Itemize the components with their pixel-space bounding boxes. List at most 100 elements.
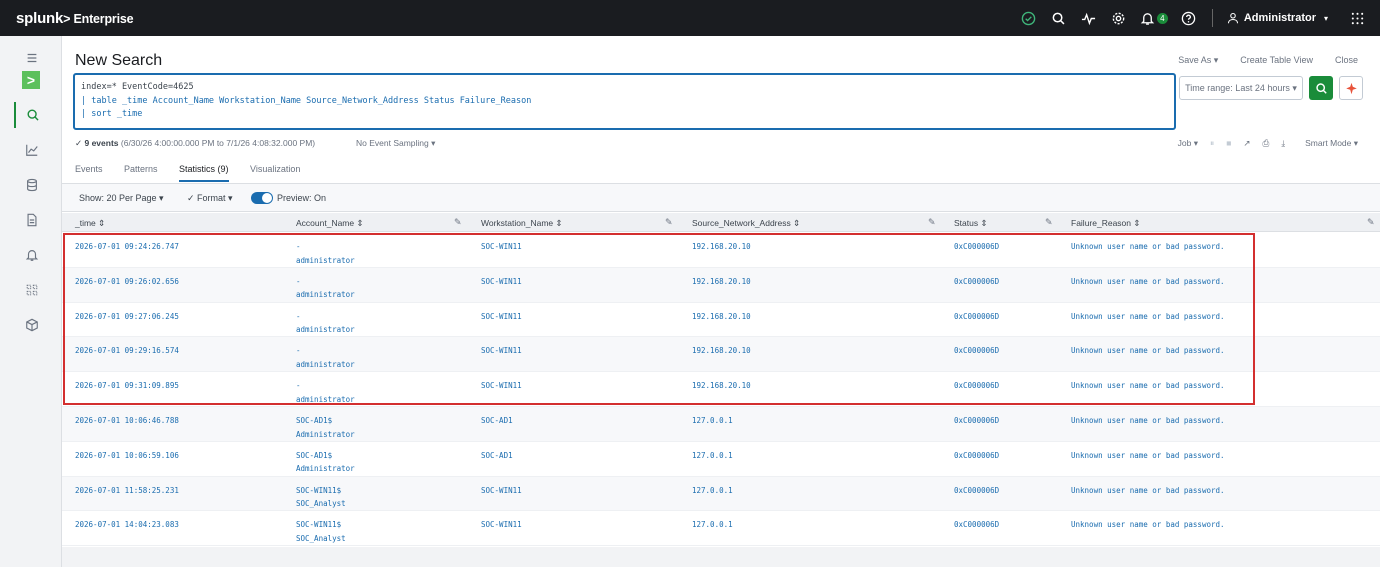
cell-source-address[interactable]: 192.168.20.10 bbox=[692, 275, 751, 289]
cell-failure-reason[interactable]: Unknown user name or bad password. bbox=[1071, 449, 1225, 463]
column-header-source-network-address[interactable]: Source_Network_Address ⇕ bbox=[692, 218, 800, 229]
account-name-value[interactable]: administrator bbox=[296, 254, 355, 268]
close-link[interactable]: Close bbox=[1335, 55, 1358, 66]
cell-account-name[interactable]: - administrator bbox=[296, 379, 355, 406]
health-status-icon[interactable] bbox=[1014, 0, 1044, 36]
cell-workstation-name[interactable]: SOC-WIN11 bbox=[481, 344, 522, 358]
edit-column-icon[interactable]: ✎ bbox=[454, 217, 462, 228]
tab-visualization[interactable]: Visualization bbox=[250, 164, 300, 174]
cell-workstation-name[interactable]: SOC-AD1 bbox=[481, 414, 513, 428]
cell-time[interactable]: 2026-07-01 09:26:02.656 bbox=[75, 275, 179, 289]
cell-account-name[interactable]: SOC-WIN11$ SOC_Analyst bbox=[296, 518, 346, 545]
cell-failure-reason[interactable]: Unknown user name or bad password. bbox=[1071, 275, 1225, 289]
run-search-button[interactable] bbox=[1309, 76, 1333, 100]
splunk-logo[interactable]: splunk> Enterprise bbox=[16, 10, 134, 27]
table-row[interactable]: 2026-07-01 09:29:16.574 - administrator SOC… bbox=[62, 337, 1380, 373]
cell-status[interactable]: 0xC000006D bbox=[954, 484, 999, 498]
column-header-workstation-name[interactable]: Workstation_Name ⇕ bbox=[481, 218, 563, 229]
smart-mode-dropdown[interactable]: Smart Mode ▾ bbox=[1305, 138, 1358, 149]
account-name-value[interactable]: Administrator bbox=[296, 462, 355, 476]
cell-failure-reason[interactable]: Unknown user name or bad password. bbox=[1071, 518, 1225, 532]
account-name-value[interactable]: - bbox=[296, 310, 355, 324]
cell-status[interactable]: 0xC000006D bbox=[954, 379, 999, 393]
job-menu[interactable]: Job ▾ bbox=[1178, 138, 1198, 149]
cell-failure-reason[interactable]: Unknown user name or bad password. bbox=[1071, 414, 1225, 428]
cell-source-address[interactable]: 127.0.0.1 bbox=[692, 484, 733, 498]
cell-account-name[interactable]: SOC-AD1$ Administrator bbox=[296, 449, 355, 476]
cell-time[interactable]: 2026-07-01 09:29:16.574 bbox=[75, 344, 179, 358]
edit-column-icon[interactable]: ✎ bbox=[928, 217, 936, 228]
event-sampling-dropdown[interactable]: No Event Sampling ▾ bbox=[356, 138, 435, 149]
cell-workstation-name[interactable]: SOC-AD1 bbox=[481, 449, 513, 463]
cell-time[interactable]: 2026-07-01 10:06:59.106 bbox=[75, 449, 179, 463]
cell-source-address[interactable]: 192.168.20.10 bbox=[692, 344, 751, 358]
cell-source-address[interactable]: 192.168.20.10 bbox=[692, 240, 751, 254]
account-name-value[interactable]: administrator bbox=[296, 323, 355, 337]
table-row[interactable]: 2026-07-01 09:27:06.245 - administrator SOC… bbox=[62, 303, 1380, 338]
cell-workstation-name[interactable]: SOC-WIN11 bbox=[481, 484, 522, 498]
tab-events[interactable]: Events bbox=[75, 164, 103, 174]
cell-failure-reason[interactable]: Unknown user name or bad password. bbox=[1071, 344, 1225, 358]
settings-gear-icon[interactable] bbox=[1104, 0, 1134, 36]
cell-failure-reason[interactable]: Unknown user name or bad password. bbox=[1071, 484, 1225, 498]
table-row[interactable]: 2026-07-01 11:58:25.231 SOC-WIN11$ SOC_Ana… bbox=[62, 476, 1380, 512]
account-name-value[interactable]: SOC-AD1$ bbox=[296, 449, 355, 463]
account-name-value[interactable]: SOC-AD1$ bbox=[296, 414, 355, 428]
print-icon[interactable]: ⎙ bbox=[1263, 138, 1270, 149]
cell-status[interactable]: 0xC000006D bbox=[954, 310, 999, 324]
cell-time[interactable]: 2026-07-01 09:24:26.747 bbox=[75, 240, 179, 254]
cell-status[interactable]: 0xC000006D bbox=[954, 414, 999, 428]
account-name-value[interactable]: - bbox=[296, 275, 355, 289]
cell-account-name[interactable]: - administrator bbox=[296, 344, 355, 371]
sidebar-item-dashboards[interactable] bbox=[14, 277, 50, 303]
sidebar-item-datasets[interactable] bbox=[14, 172, 50, 198]
cell-account-name[interactable]: - administrator bbox=[296, 275, 355, 302]
cell-status[interactable]: 0xC000006D bbox=[954, 275, 999, 289]
cell-time[interactable]: 2026-07-01 09:31:09.895 bbox=[75, 379, 179, 393]
save-as-menu[interactable]: Save As ▾ bbox=[1178, 55, 1218, 66]
account-name-value[interactable]: SOC_Analyst bbox=[296, 532, 346, 546]
account-name-value[interactable]: SOC_Analyst bbox=[296, 497, 346, 511]
activity-icon[interactable] bbox=[1074, 0, 1104, 36]
search-icon[interactable] bbox=[1044, 0, 1074, 36]
cell-time[interactable]: 2026-07-01 11:58:25.231 bbox=[75, 484, 179, 498]
cell-workstation-name[interactable]: SOC-WIN11 bbox=[481, 240, 522, 254]
apps-grid-icon[interactable] bbox=[1342, 0, 1372, 36]
pause-icon[interactable]: ⏸ bbox=[1210, 138, 1214, 149]
cell-status[interactable]: 0xC000006D bbox=[954, 344, 999, 358]
sidebar-item-analytics[interactable] bbox=[14, 137, 50, 163]
cell-account-name[interactable]: SOC-AD1$ Administrator bbox=[296, 414, 355, 441]
cell-account-name[interactable]: - administrator bbox=[296, 240, 355, 267]
create-table-view-link[interactable]: Create Table View bbox=[1240, 55, 1313, 66]
cell-failure-reason[interactable]: Unknown user name or bad password. bbox=[1071, 310, 1225, 324]
cell-status[interactable]: 0xC000006D bbox=[954, 449, 999, 463]
help-icon[interactable] bbox=[1174, 0, 1204, 36]
per-page-dropdown[interactable]: Show: 20 Per Page ▾ bbox=[79, 193, 164, 204]
column-header-account-name[interactable]: Account_Name ⇕ bbox=[296, 218, 364, 229]
account-name-value[interactable]: SOC-WIN11$ bbox=[296, 484, 346, 498]
account-name-value[interactable]: Administrator bbox=[296, 428, 355, 442]
table-row[interactable]: 2026-07-01 09:26:02.656 - administrator SOC… bbox=[62, 267, 1380, 303]
edit-column-icon[interactable]: ✎ bbox=[665, 217, 673, 228]
account-name-value[interactable]: - bbox=[296, 379, 355, 393]
sidebar-item-alerts[interactable] bbox=[14, 242, 50, 268]
edit-column-icon[interactable]: ✎ bbox=[1367, 217, 1375, 228]
preview-toggle[interactable] bbox=[251, 192, 273, 204]
cell-failure-reason[interactable]: Unknown user name or bad password. bbox=[1071, 379, 1225, 393]
cell-failure-reason[interactable]: Unknown user name or bad password. bbox=[1071, 240, 1225, 254]
table-row[interactable]: 2026-07-01 14:04:23.083 SOC-WIN11$ SOC_Ana… bbox=[62, 511, 1380, 547]
cell-source-address[interactable]: 127.0.0.1 bbox=[692, 449, 733, 463]
tab-patterns[interactable]: Patterns bbox=[124, 164, 158, 174]
cell-status[interactable]: 0xC000006D bbox=[954, 240, 999, 254]
account-name-value[interactable]: administrator bbox=[296, 393, 355, 407]
sidebar-item-reports[interactable] bbox=[14, 207, 50, 233]
cell-workstation-name[interactable]: SOC-WIN11 bbox=[481, 379, 522, 393]
account-name-value[interactable]: administrator bbox=[296, 358, 355, 372]
cell-source-address[interactable]: 127.0.0.1 bbox=[692, 518, 733, 532]
cell-source-address[interactable]: 192.168.20.10 bbox=[692, 379, 751, 393]
menu-hamburger-icon[interactable] bbox=[14, 45, 50, 71]
table-row[interactable]: 2026-07-01 09:31:09.895 - administrator SOC… bbox=[62, 372, 1380, 407]
search-app-logo[interactable]: > bbox=[22, 71, 40, 89]
cell-workstation-name[interactable]: SOC-WIN11 bbox=[481, 275, 522, 289]
account-name-value[interactable]: - bbox=[296, 344, 355, 358]
